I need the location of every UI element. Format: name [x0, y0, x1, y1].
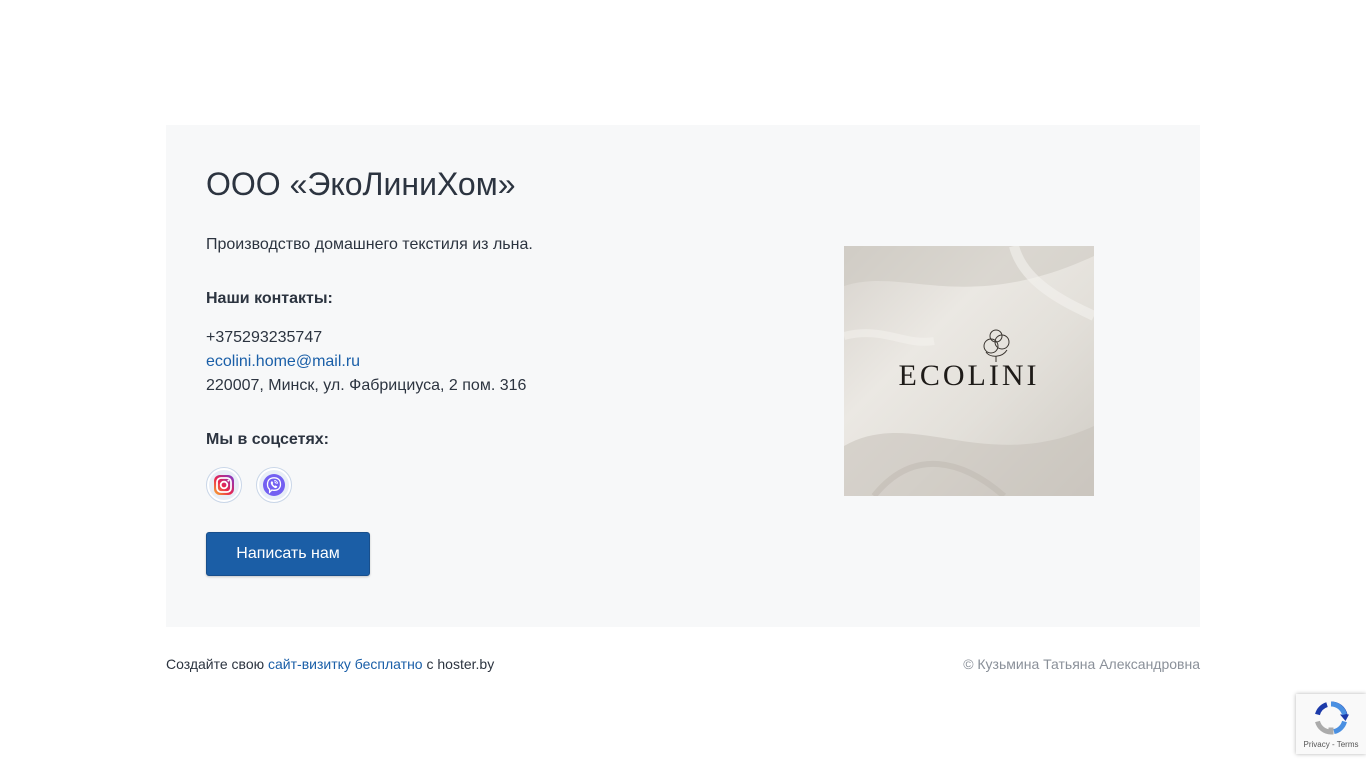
free-site-link[interactable]: сайт-визитку бесплатно [268, 656, 423, 672]
phone-number: +375293235747 [206, 329, 323, 346]
page-title: ООО «ЭкоЛиниХом» [206, 166, 516, 202]
recaptcha-links: Privacy - Terms [1296, 740, 1366, 749]
email-link[interactable]: ecolini.home@mail.ru [206, 352, 360, 372]
footer-promo: Создайте свою сайт-визитку бесплатно с h… [166, 656, 494, 672]
recaptcha-separator: - [1329, 740, 1337, 749]
footer-promo-prefix: Создайте свою [166, 656, 265, 672]
company-description: Производство домашнего текстиля из льна. [206, 236, 533, 253]
business-card: ООО «ЭкоЛиниХом» Производство домашнего … [166, 125, 1200, 627]
brand-logo-text: ECOLINI [898, 359, 1040, 392]
address-text: 220007, Минск, ул. Фабрициуса, 2 пом. 31… [206, 377, 527, 394]
instagram-icon[interactable] [206, 467, 242, 503]
contacts-heading: Наши контакты: [206, 290, 333, 307]
recaptcha-badge[interactable]: Privacy - Terms [1296, 694, 1366, 754]
recaptcha-terms-link[interactable]: Terms [1337, 740, 1359, 749]
viber-icon[interactable] [256, 467, 292, 503]
recaptcha-privacy-link[interactable]: Privacy [1304, 740, 1330, 749]
recaptcha-icon [1315, 701, 1349, 735]
footer-copyright: © Кузьмина Татьяна Александровна [963, 656, 1200, 672]
footer-promo-suffix: с hoster.by [426, 656, 495, 672]
brand-image: ECOLINI [844, 246, 1094, 496]
write-to-us-button[interactable]: Написать нам [206, 532, 370, 576]
social-heading: Мы в соцсетях: [206, 431, 329, 448]
